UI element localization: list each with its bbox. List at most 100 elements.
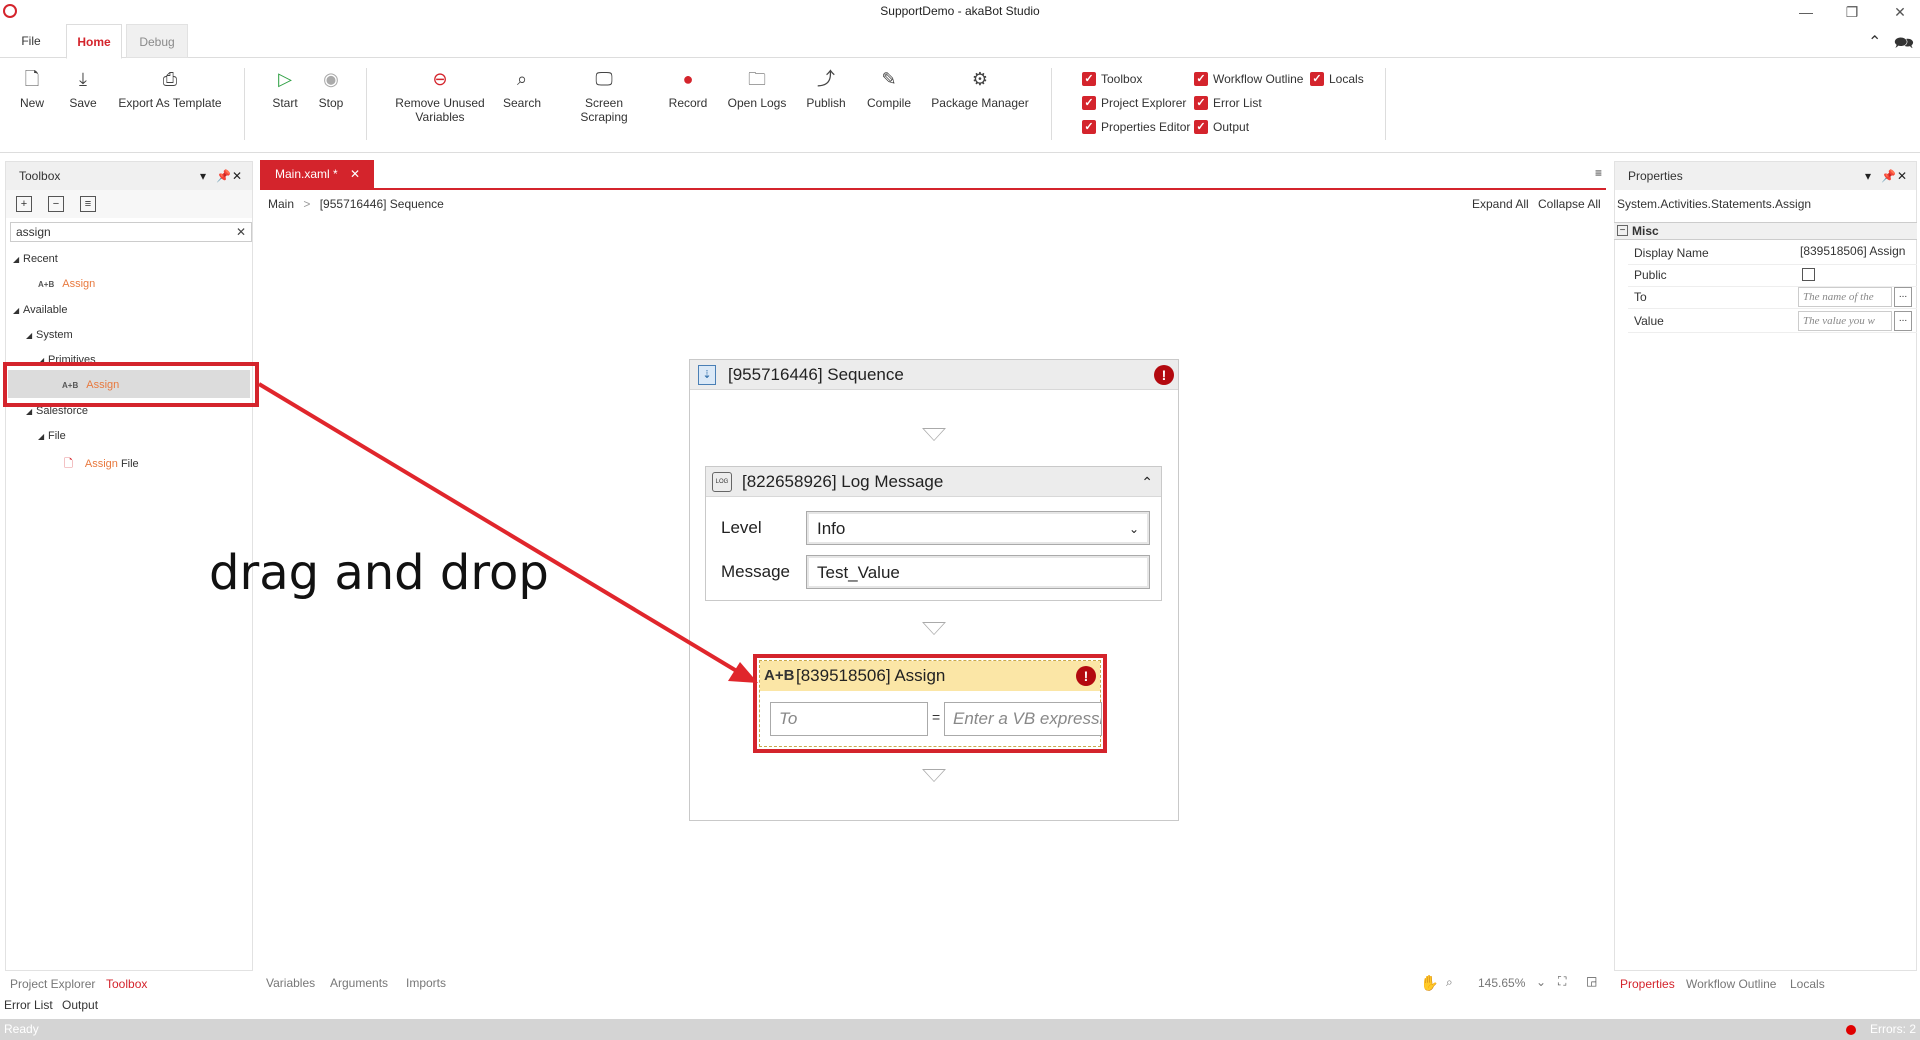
tab-locals[interactable]: Locals (1790, 977, 1825, 991)
pan-hand-icon[interactable]: ✋ (1420, 974, 1439, 992)
expand-arrow-icon: ◢ (13, 255, 20, 264)
collapse-all-link[interactable]: Collapse All (1538, 197, 1601, 211)
sequence-activity[interactable]: ⇣ [955716446] Sequence ! LOG [822658926]… (689, 359, 1179, 821)
tree-assign-file[interactable]: 🗋 Assign File (64, 455, 139, 474)
package-manager-button[interactable]: ⚙ Package Manager (930, 68, 1030, 110)
close-tab-icon[interactable]: ✕ (350, 160, 360, 188)
overview-map-icon[interactable]: ◲ (1586, 974, 1597, 988)
remove-unused-variables-button[interactable]: ⊖ Remove Unused Variables (393, 68, 487, 124)
package-icon: ⚙ (971, 69, 989, 89)
tab-error-list[interactable]: Error List (4, 998, 53, 1012)
log-message-activity[interactable]: LOG [822658926] Log Message ⌃ Level Info… (705, 466, 1162, 601)
tree-system[interactable]: ◢ System (26, 329, 73, 341)
expand-all-icon[interactable]: + (16, 196, 32, 212)
activity-type: System.Activities.Statements.Assign (1617, 197, 1812, 211)
workflow-outline-checkbox[interactable]: Workflow Outline (1194, 71, 1303, 87)
level-dropdown[interactable]: Info ⌄ (806, 511, 1150, 545)
error-count[interactable]: Errors: 2 (1870, 1019, 1916, 1040)
display-name-value[interactable]: [839518506] Assign (1800, 244, 1905, 258)
breadcrumb-main[interactable]: Main (268, 197, 294, 211)
tab-debug[interactable]: Debug (126, 24, 188, 58)
open-logs-button[interactable]: 🗀 Open Logs (727, 68, 787, 110)
close-icon[interactable]: ✕ (1897, 162, 1907, 190)
collapse-ribbon-icon[interactable]: ⌃ (1868, 32, 1881, 52)
export-template-button[interactable]: ⎙ Export As Template (115, 68, 225, 110)
tree-file[interactable]: ◢ File (38, 430, 66, 442)
error-icon[interactable]: ! (1154, 365, 1174, 385)
value-property-input[interactable]: The value you w (1798, 311, 1892, 331)
tab-imports[interactable]: Imports (406, 976, 446, 990)
output-checkbox[interactable]: Output (1194, 119, 1249, 135)
chevron-down-icon: ⌄ (1128, 522, 1139, 536)
project-explorer-checkbox[interactable]: Project Explorer (1082, 95, 1186, 111)
feedback-icon[interactable]: 🗪 (1894, 32, 1914, 59)
close-icon[interactable]: ✕ (232, 162, 242, 190)
publish-button[interactable]: ⤴ Publish (804, 68, 848, 110)
play-icon: ▷ (278, 69, 292, 89)
assign-activity[interactable]: A+B [839518506] Assign ! To = Enter a VB… (753, 654, 1107, 753)
ellipsis-button[interactable]: ... (1894, 311, 1912, 331)
log-icon: LOG (712, 472, 732, 492)
pin-icon[interactable]: 📌 (216, 162, 231, 190)
sequence-header: ⇣ [955716446] Sequence ! (690, 360, 1178, 390)
drop-target-arrow-icon[interactable] (922, 769, 946, 782)
tree-recent-assign[interactable]: A+B Assign (38, 278, 95, 290)
zoom-dropdown-icon[interactable]: ⌄ (1536, 975, 1546, 989)
search-button[interactable]: ⌕ Search (502, 68, 542, 110)
drop-target-arrow-icon[interactable] (922, 428, 946, 441)
tab-project-explorer[interactable]: Project Explorer (10, 977, 95, 991)
properties-editor-checkbox[interactable]: Properties Editor (1082, 119, 1190, 135)
dropdown-icon[interactable]: ▾ (200, 162, 206, 190)
save-icon: ⤓ (79, 69, 87, 89)
tab-toolbox[interactable]: Toolbox (106, 977, 147, 991)
clear-search-icon[interactable]: ✕ (236, 223, 246, 241)
pin-icon[interactable]: 📌 (1881, 162, 1896, 190)
tab-overflow-icon[interactable]: ≡ (1595, 166, 1602, 180)
error-list-checkbox[interactable]: Error List (1194, 95, 1262, 111)
message-label: Message (721, 562, 790, 581)
public-checkbox[interactable] (1802, 268, 1815, 281)
collapse-category-icon[interactable]: − (1617, 225, 1628, 236)
tab-file[interactable]: File (8, 24, 54, 58)
zoom-icon[interactable]: ⌕ (1446, 975, 1453, 990)
tree-available[interactable]: ◢ Available (13, 304, 67, 316)
tab-workflow-outline[interactable]: Workflow Outline (1686, 977, 1776, 991)
expand-all-link[interactable]: Expand All (1472, 197, 1529, 211)
toolbox-search-input[interactable]: assign ✕ (10, 222, 252, 242)
search-icon: ⌕ (516, 69, 528, 89)
fit-to-screen-icon[interactable]: ⛶ (1558, 974, 1566, 989)
screen-scraping-button[interactable]: 🖵 Screen Scraping (560, 68, 648, 124)
toolbox-checkbox[interactable]: Toolbox (1082, 71, 1142, 87)
to-property-input[interactable]: The name of the (1798, 287, 1892, 307)
list-view-icon[interactable]: ≡ (80, 196, 96, 212)
tree-recent[interactable]: ◢ Recent (13, 253, 58, 265)
dropdown-icon[interactable]: ▾ (1865, 162, 1871, 190)
close-window-icon[interactable]: ✕ (1882, 2, 1918, 22)
save-button[interactable]: ⤓ Save (65, 68, 101, 110)
restore-icon[interactable]: ❐ (1834, 2, 1870, 22)
breadcrumb-sequence[interactable]: [955716446] Sequence (320, 197, 444, 211)
new-button[interactable]: 🗋 New (14, 68, 50, 110)
tab-variables[interactable]: Variables (266, 976, 315, 990)
zoom-level[interactable]: 145.65% (1478, 976, 1525, 990)
record-button[interactable]: ● Record (667, 68, 709, 110)
tab-main-xaml[interactable]: Main.xaml * ✕ (260, 160, 374, 188)
property-category-misc[interactable]: − Misc (1614, 222, 1917, 240)
tab-home[interactable]: Home (66, 24, 122, 59)
collapse-all-icon[interactable]: − (48, 196, 64, 212)
assign-value-input[interactable]: Enter a VB expressi (944, 702, 1102, 736)
compile-button[interactable]: ✎ Compile (864, 68, 914, 110)
start-button[interactable]: ▷ Start (270, 68, 300, 110)
tab-arguments[interactable]: Arguments (330, 976, 388, 990)
error-icon[interactable]: ! (1076, 666, 1096, 686)
stop-button[interactable]: ◉ Stop (316, 68, 346, 110)
drop-target-arrow-icon[interactable] (922, 622, 946, 635)
minimize-icon[interactable]: — (1788, 2, 1824, 22)
ellipsis-button[interactable]: ... (1894, 287, 1912, 307)
tab-output[interactable]: Output (62, 998, 98, 1012)
locals-checkbox[interactable]: Locals (1310, 71, 1364, 87)
tab-properties[interactable]: Properties (1620, 977, 1675, 991)
assign-to-input[interactable]: To (770, 702, 928, 736)
message-input[interactable]: Test_Value (806, 555, 1150, 589)
collapse-icon[interactable]: ⌃ (1141, 467, 1153, 497)
